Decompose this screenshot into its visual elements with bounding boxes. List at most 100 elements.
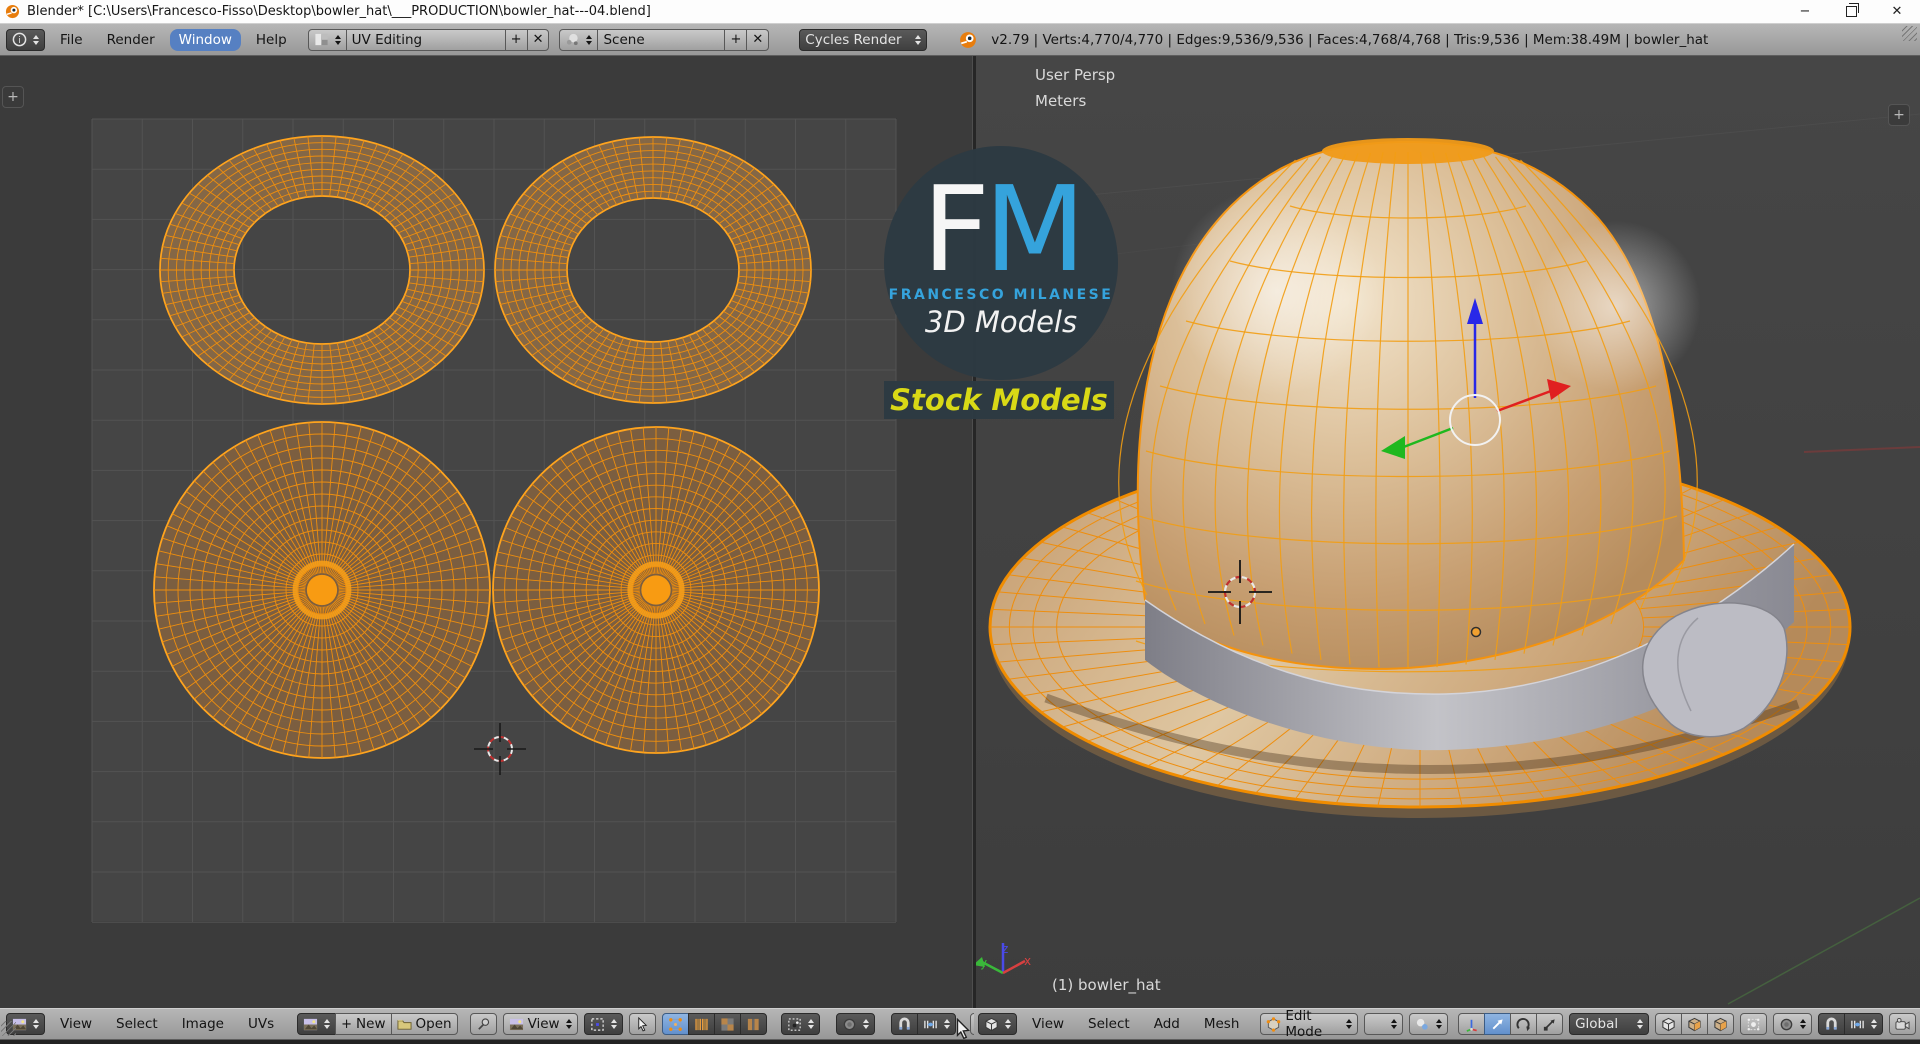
menu-render[interactable]: Render: [98, 29, 164, 51]
sticky-select-icon: [787, 1017, 802, 1032]
menu-window[interactable]: Window: [169, 28, 241, 51]
uv-editor-header: View Select Image UVs + New Open View: [0, 1008, 997, 1040]
chevron-updown-icon: [324, 1019, 331, 1029]
scene-name: Scene: [603, 31, 645, 48]
uv-proportional-edit-dropdown[interactable]: [835, 1013, 875, 1035]
delete-scene-button[interactable]: ✕: [746, 28, 770, 51]
chevron-updown-icon: [33, 34, 39, 45]
uv-select-mode-vertex[interactable]: [661, 1013, 689, 1035]
pin-image-button[interactable]: [469, 1013, 497, 1035]
minimize-button[interactable]: −: [1782, 0, 1828, 23]
vp-menu-select[interactable]: Select: [1079, 1013, 1139, 1035]
scene-icon-button[interactable]: [559, 28, 599, 51]
close-button[interactable]: ✕: [1874, 0, 1920, 23]
image-datablock-selector[interactable]: [297, 1013, 337, 1035]
mesh-select-mode-face[interactable]: [1707, 1013, 1734, 1035]
watermark-subtitle: 3D Models: [924, 305, 1078, 340]
scene-name-field[interactable]: Scene: [597, 28, 726, 51]
uv-canvas[interactable]: [0, 56, 974, 1008]
chevron-updown-icon: [943, 1019, 950, 1029]
uv-properties-region-toggle[interactable]: +: [2, 86, 24, 108]
pivot-icon: [590, 1017, 605, 1032]
pivot-point-dropdown[interactable]: [1409, 1013, 1449, 1035]
blender-logo-icon: [5, 4, 21, 20]
close-icon: ✕: [532, 32, 544, 47]
menu-help[interactable]: Help: [247, 29, 296, 51]
viewport-units-label: Meters: [1035, 92, 1087, 110]
screen-layout-name-field[interactable]: UV Editing: [345, 28, 506, 51]
uv-menu-view[interactable]: View: [51, 1013, 101, 1035]
uv-snap-element-dropdown[interactable]: [916, 1013, 956, 1035]
vp-menu-add[interactable]: Add: [1145, 1013, 1189, 1035]
folder-icon: [397, 1017, 412, 1032]
vp-proportional-edit-dropdown[interactable]: [1773, 1013, 1812, 1035]
chevron-updown-icon: [915, 34, 922, 45]
new-image-button[interactable]: + New: [335, 1013, 392, 1035]
restore-button[interactable]: [1828, 0, 1874, 23]
window-corner-grip[interactable]: [1902, 26, 1917, 41]
menu-file[interactable]: File: [51, 29, 92, 51]
chevron-updown-icon: [1391, 1019, 1398, 1029]
uv-pivot-selector[interactable]: [583, 1013, 623, 1035]
uv-select-mode-edge[interactable]: [687, 1013, 715, 1035]
vp-menu-mesh[interactable]: Mesh: [1195, 1013, 1249, 1035]
manipulator-toggle[interactable]: [1458, 1013, 1486, 1035]
mode-selector[interactable]: Edit Mode: [1260, 1009, 1359, 1039]
uv-select-mode-face[interactable]: [713, 1013, 741, 1035]
watermark-author-name: FRANCESCO MILANESE: [888, 287, 1114, 304]
magnet-icon: [1824, 1017, 1839, 1032]
uv-image-editor: +: [0, 56, 974, 1008]
mouse-cursor: [952, 1018, 974, 1044]
cube-edge-icon: [1687, 1017, 1702, 1032]
scale-icon: [1542, 1017, 1557, 1032]
add-layout-button[interactable]: +: [504, 28, 528, 51]
viewport-canvas[interactable]: [976, 56, 1920, 1008]
viewport-shading-dropdown[interactable]: [1364, 1013, 1404, 1035]
screen-layout-icon-button[interactable]: [307, 28, 347, 51]
render-engine-name: Cycles Render: [805, 31, 902, 48]
vp-menu-view[interactable]: View: [1023, 1013, 1073, 1035]
chevron-updown-icon: [862, 1019, 869, 1029]
delete-layout-button[interactable]: ✕: [526, 28, 550, 51]
render-opengl-button[interactable]: [1889, 1013, 1916, 1035]
plus-icon: +: [341, 1016, 353, 1032]
uv-display-mode-label: View: [527, 1016, 560, 1032]
window-titlebar[interactable]: Blender* [C:\Users\Francesco-Fisso\Deskt…: [0, 0, 1920, 23]
editor-corner-grip[interactable]: [1, 1021, 16, 1036]
uv-select-mode-island[interactable]: [739, 1013, 767, 1035]
cube-face-icon: [1713, 1017, 1728, 1032]
uv-sticky-selection-dropdown[interactable]: [780, 1013, 820, 1035]
vp-snap-toggle[interactable]: [1818, 1013, 1845, 1035]
uv-menu-select[interactable]: Select: [107, 1013, 167, 1035]
transform-orientation-dropdown[interactable]: Global: [1569, 1013, 1649, 1035]
axis-x-label: x: [1024, 954, 1032, 968]
viewport-view-name: User Persp: [1035, 66, 1116, 84]
render-engine-selector[interactable]: Cycles Render: [799, 28, 928, 51]
uv-snap-toggle[interactable]: [890, 1013, 918, 1035]
uv-menu-image[interactable]: Image: [173, 1013, 233, 1035]
edit-mode-icon: [1266, 1017, 1281, 1032]
manipulator-translate[interactable]: [1484, 1013, 1512, 1035]
limit-selection-visible-toggle[interactable]: [1740, 1013, 1767, 1035]
editor-type-selector-info[interactable]: [6, 28, 45, 51]
manipulator-rotate[interactable]: [1510, 1013, 1538, 1035]
restore-icon: [1845, 3, 1859, 17]
uv-sync-selection-toggle[interactable]: [628, 1013, 656, 1035]
uv-display-mode-dropdown[interactable]: View: [502, 1013, 578, 1035]
magnet-icon: [897, 1017, 912, 1032]
chevron-updown-icon: [586, 34, 593, 45]
pivot-spheres-icon: [1415, 1017, 1430, 1032]
axis-manipulator-icon: [1464, 1017, 1479, 1032]
watermark-logo: FM FRANCESCO MILANESE 3D Models: [884, 146, 1118, 380]
editor-type-selector-3dview[interactable]: [978, 1013, 1017, 1035]
object-origin-dot: [1470, 626, 1482, 638]
mesh-select-mode-edge[interactable]: [1681, 1013, 1708, 1035]
mesh-select-mode-vertex[interactable]: [1655, 1013, 1682, 1035]
vp-snap-element-dropdown[interactable]: [1844, 1013, 1883, 1035]
viewport-properties-region-toggle[interactable]: +: [1888, 104, 1910, 126]
uv-menu-uvs[interactable]: UVs: [239, 1013, 283, 1035]
open-image-label: Open: [415, 1016, 452, 1032]
add-scene-button[interactable]: +: [724, 28, 748, 51]
manipulator-scale[interactable]: [1536, 1013, 1564, 1035]
open-image-button[interactable]: Open: [390, 1013, 458, 1035]
